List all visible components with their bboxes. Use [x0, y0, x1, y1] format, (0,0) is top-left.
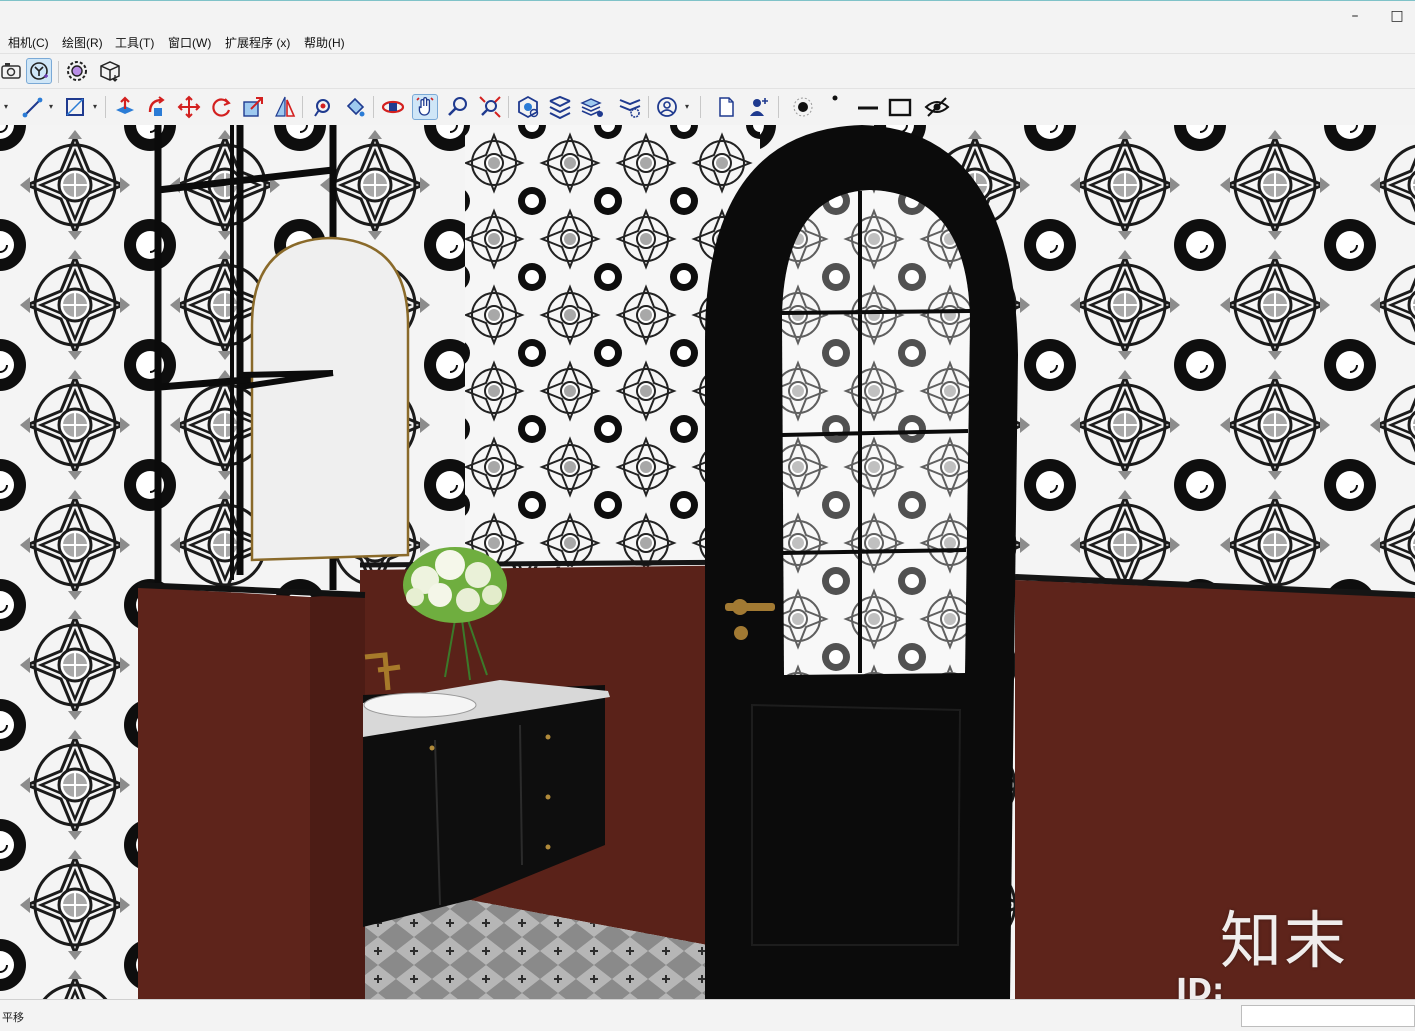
components-icon[interactable] — [515, 94, 541, 120]
scene-render[interactable] — [0, 125, 1415, 999]
toolbar-top — [0, 53, 1415, 89]
point-icon[interactable] — [790, 94, 816, 120]
scale-icon[interactable] — [240, 94, 266, 120]
toolbar-separator — [373, 96, 374, 118]
maximize-button[interactable]: □ — [1382, 5, 1412, 27]
line-tool-icon[interactable] — [20, 94, 46, 120]
walk-icon[interactable] — [26, 58, 52, 84]
menu-camera[interactable]: 相机(C) — [8, 34, 49, 51]
menu-help[interactable]: 帮助(H) — [304, 34, 345, 51]
small-point-icon[interactable] — [825, 94, 851, 120]
arched-mirror — [250, 236, 410, 562]
pan-icon[interactable] — [412, 94, 438, 120]
partition-wall-side — [310, 593, 365, 999]
orbit-icon[interactable] — [380, 94, 406, 120]
layers-icon[interactable] — [547, 94, 573, 120]
watermark-id: ID: 1179469772 — [1176, 973, 1225, 999]
partition-wall — [138, 587, 310, 999]
measurements-input[interactable] — [1241, 1005, 1415, 1027]
toolbar-separator — [508, 96, 509, 118]
scenes-icon[interactable] — [617, 94, 643, 120]
offset-icon[interactable] — [272, 94, 298, 120]
dropdown-arrow-icon[interactable]: ▾ — [4, 102, 8, 111]
sink-basin — [363, 692, 477, 718]
model-viewport[interactable]: 知末 ID: 1179469772 — [0, 125, 1415, 999]
minimize-button[interactable]: – — [1340, 5, 1370, 27]
new-file-icon[interactable] — [713, 94, 739, 120]
tape-measure-icon[interactable] — [310, 94, 336, 120]
follow-me-icon[interactable] — [144, 94, 170, 120]
cube-export-icon[interactable] — [97, 58, 123, 84]
dropdown-arrow-icon[interactable]: ▾ — [49, 102, 53, 111]
zoom-extents-icon[interactable] — [477, 94, 503, 120]
menu-window[interactable]: 窗口(W) — [168, 34, 211, 51]
dropdown-arrow-icon[interactable]: ▾ — [685, 102, 689, 111]
toolbar-separator — [105, 96, 106, 118]
settings-gear-icon[interactable] — [64, 58, 90, 84]
push-pull-icon[interactable] — [112, 94, 138, 120]
rectangle-icon[interactable] — [887, 94, 913, 120]
arched-door — [705, 125, 1018, 999]
status-bar: 平移 — [0, 999, 1415, 1031]
rotate-icon[interactable] — [208, 94, 234, 120]
toolbar-main: ▾ ▾ ▾ ▾ — [0, 88, 1415, 125]
status-text: 平移 — [2, 1012, 24, 1024]
hide-icon[interactable] — [924, 94, 950, 120]
toolbar-separator — [58, 61, 59, 83]
right-wainscot — [1015, 580, 1415, 999]
toolbar-separator — [302, 96, 303, 118]
menu-extensions[interactable]: 扩展程序 (x) — [225, 34, 290, 51]
watermark-logo: 知末 — [1220, 904, 1349, 977]
toolbar-separator — [700, 96, 701, 118]
toolbar-separator — [648, 96, 649, 118]
zoom-icon[interactable] — [445, 94, 471, 120]
menu-tools[interactable]: 工具(T) — [115, 34, 154, 51]
dropdown-arrow-icon[interactable]: ▾ — [93, 102, 97, 111]
door-lock — [734, 626, 748, 640]
menu-draw[interactable]: 绘图(R) — [62, 34, 103, 51]
account-icon[interactable] — [654, 94, 680, 120]
paint-bucket-icon[interactable] — [342, 94, 368, 120]
line-icon[interactable] — [855, 94, 881, 120]
styles-icon[interactable] — [579, 94, 605, 120]
rectangle-tool-icon[interactable] — [62, 94, 88, 120]
camera-icon[interactable] — [0, 58, 26, 84]
move-icon[interactable] — [176, 94, 202, 120]
toolbar-separator — [778, 96, 779, 118]
menu-bar: 相机(C) 绘图(R) 工具(T) 窗口(W) 扩展程序 (x) 帮助(H) — [0, 31, 1415, 53]
title-bar: – □ — [0, 0, 1415, 31]
user-add-icon[interactable] — [745, 94, 771, 120]
